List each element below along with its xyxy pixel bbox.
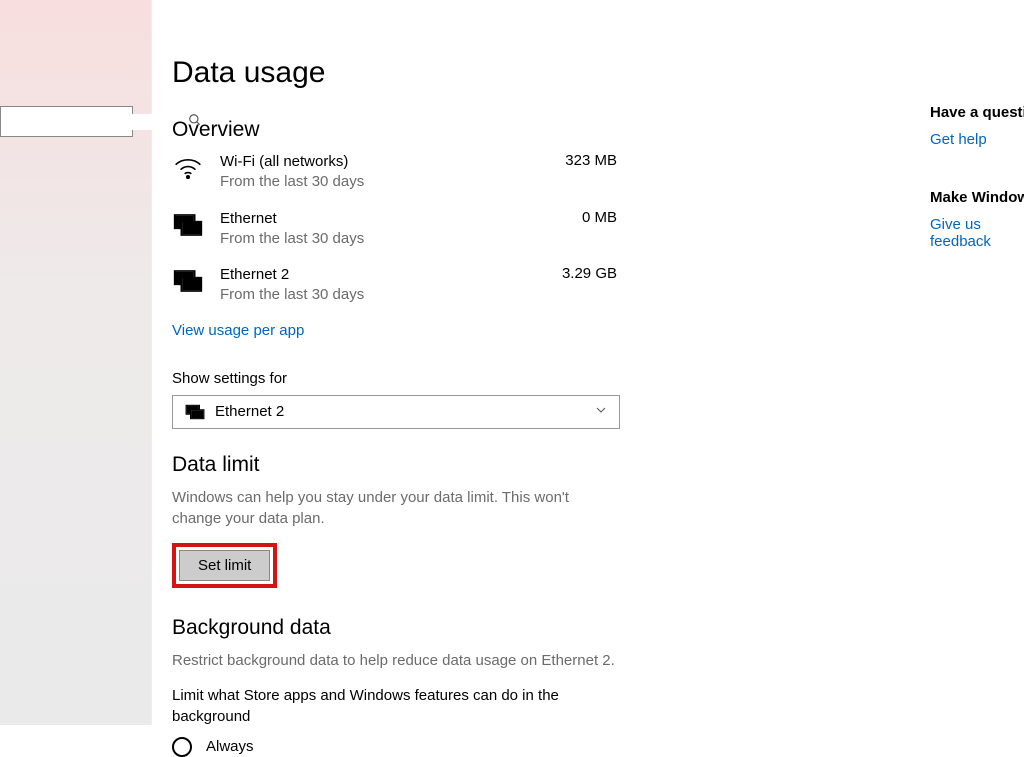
overview-item-name: Ethernet xyxy=(220,209,527,229)
overview-item-sub: From the last 30 days xyxy=(220,285,527,305)
background-data-desc: Restrict background data to help reduce … xyxy=(172,650,652,671)
overview-item-name: Ethernet 2 xyxy=(220,265,527,285)
sidebar xyxy=(0,0,152,725)
search-box[interactable] xyxy=(0,106,133,137)
ethernet-icon xyxy=(185,404,205,420)
get-help-link[interactable]: Get help xyxy=(930,131,987,148)
overview-item: Wi-Fi (all networks) From the last 30 da… xyxy=(172,152,617,193)
right-column: Have a question? Get help Make Windows b… xyxy=(930,104,1024,251)
main-content: Data usage Overview Wi-Fi (all networks)… xyxy=(172,0,872,757)
overview-item-sub: From the last 30 days xyxy=(220,172,527,192)
set-limit-highlight: Set limit xyxy=(172,543,277,588)
radio-icon xyxy=(172,737,192,757)
show-settings-label: Show settings for xyxy=(172,370,872,387)
data-limit-desc: Windows can help you stay under your dat… xyxy=(172,487,592,529)
ethernet-icon xyxy=(172,267,204,295)
view-usage-per-app-link[interactable]: View usage per app xyxy=(172,322,304,339)
overview-item-value: 323 MB xyxy=(527,152,617,169)
ethernet-icon xyxy=(172,211,204,239)
overview-item-value: 3.29 GB xyxy=(527,265,617,282)
search-input[interactable] xyxy=(7,114,188,130)
overview-item-name: Wi-Fi (all networks) xyxy=(220,152,527,172)
set-limit-button[interactable]: Set limit xyxy=(179,550,270,581)
overview-item: Ethernet From the last 30 days 0 MB xyxy=(172,209,617,250)
give-feedback-link[interactable]: Give us feedback xyxy=(930,216,1024,250)
overview-heading: Overview xyxy=(172,118,872,142)
page-title: Data usage xyxy=(172,56,872,90)
overview-item-value: 0 MB xyxy=(527,209,617,226)
overview-item-sub: From the last 30 days xyxy=(220,229,527,249)
data-limit-heading: Data limit xyxy=(172,453,872,477)
background-data-heading: Background data xyxy=(172,616,872,640)
network-dropdown[interactable]: Ethernet 2 xyxy=(172,395,620,429)
radio-label: Always xyxy=(206,738,254,755)
overview-item: Ethernet 2 From the last 30 days 3.29 GB xyxy=(172,265,617,306)
chevron-down-icon xyxy=(595,403,607,420)
dropdown-selected: Ethernet 2 xyxy=(215,403,284,420)
background-option-always[interactable]: Always xyxy=(172,737,872,757)
wifi-icon xyxy=(172,154,204,182)
make-windows-better-heading: Make Windows better xyxy=(930,189,1024,206)
background-data-sublabel: Limit what Store apps and Windows featur… xyxy=(172,685,572,727)
have-a-question-heading: Have a question? xyxy=(930,104,1024,121)
